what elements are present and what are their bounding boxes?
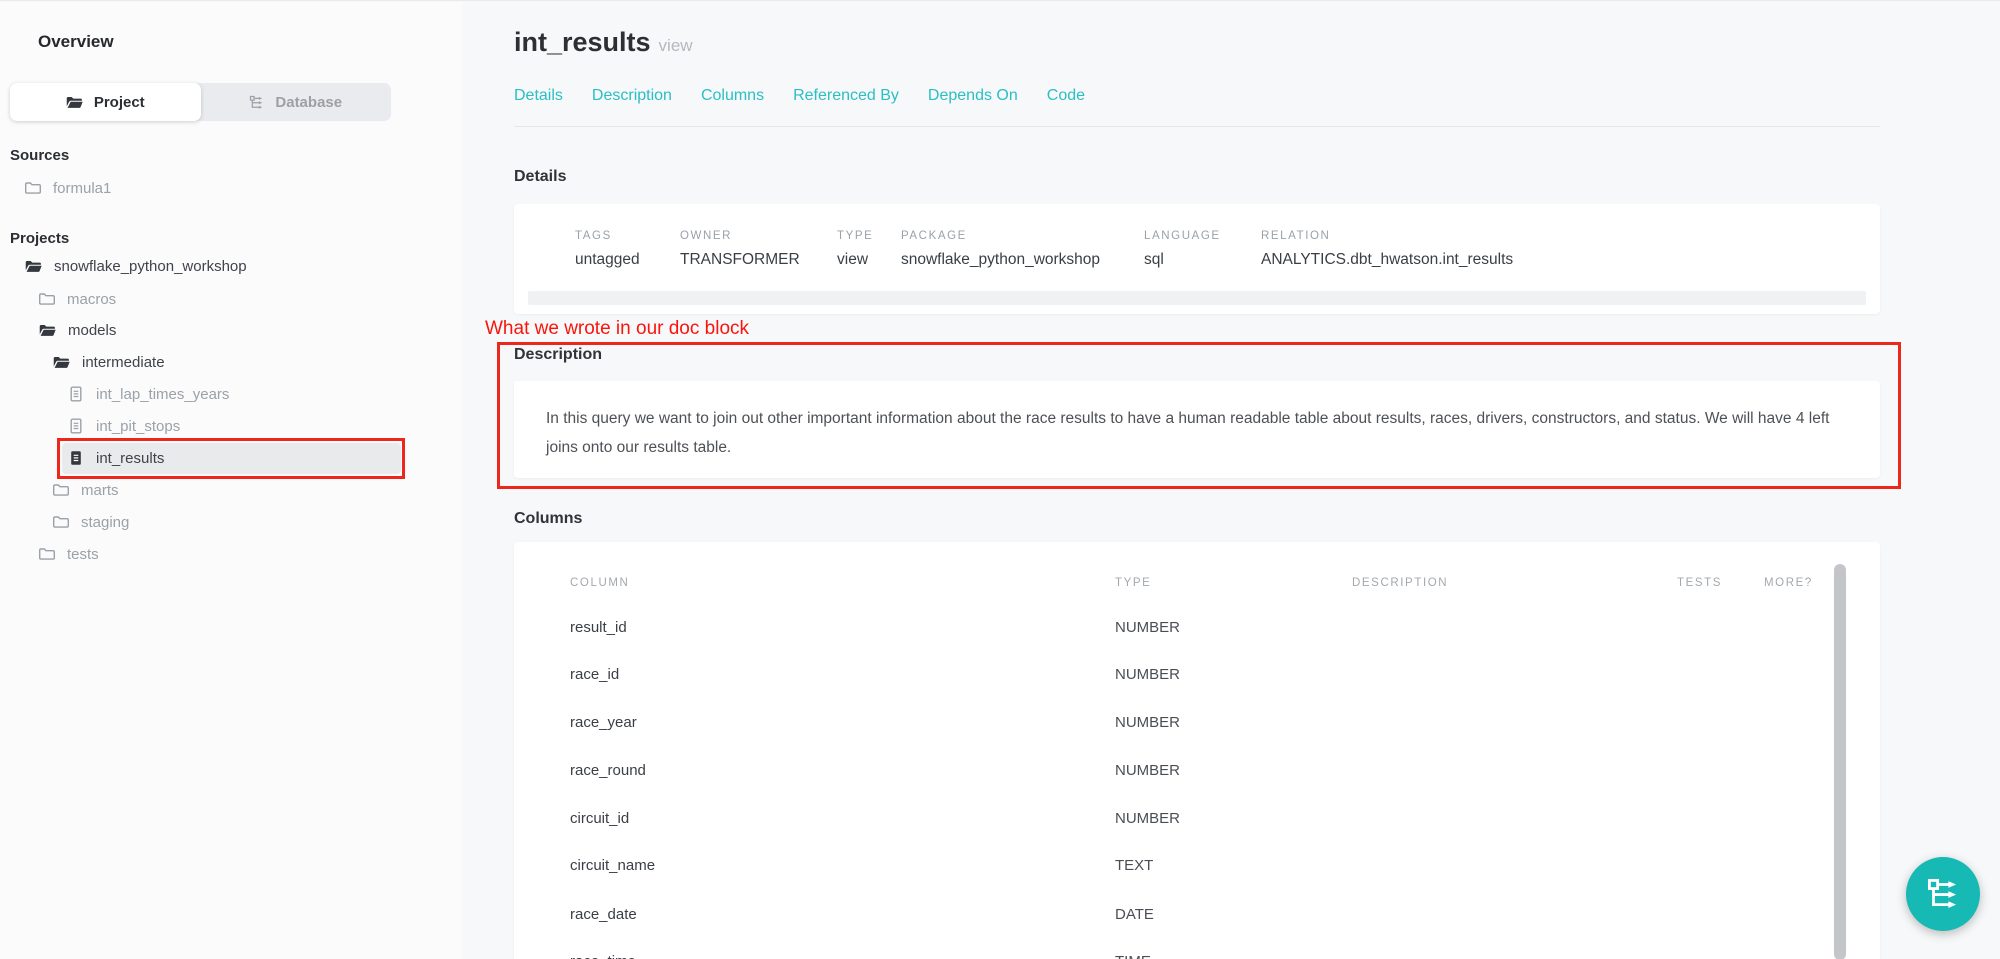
folder-icon xyxy=(53,514,69,530)
column-header-column: COLUMN xyxy=(570,577,629,589)
column-header-type: TYPE xyxy=(1115,577,1151,589)
details-card: TAGS untagged OWNER TRANSFORMER TYPE vie… xyxy=(514,204,1880,314)
table-row-result-id[interactable]: result_id NUMBER xyxy=(514,619,1880,643)
database-toggle-label: Database xyxy=(275,94,342,111)
column-header-tests: TESTS xyxy=(1677,577,1722,589)
tab-bar: Details Description Columns Referenced B… xyxy=(514,87,1085,105)
table-row-circuit-id[interactable]: circuit_id NUMBER xyxy=(514,810,1880,834)
database-tree-icon xyxy=(249,95,264,110)
columns-section-heading: Columns xyxy=(514,510,582,528)
sidebar-item-staging[interactable]: staging xyxy=(53,506,129,538)
sidebar-item-int-lap-times-years[interactable]: int_lap_times_years xyxy=(68,378,229,410)
sidebar-overview-title: Overview xyxy=(38,32,114,52)
sidebar-item-models[interactable]: models xyxy=(39,314,116,346)
page-title: int_resultsview xyxy=(514,27,693,58)
tab-referenced-by[interactable]: Referenced By xyxy=(793,87,899,105)
view-toggle: Project Database xyxy=(10,83,391,121)
sidebar-item-intermediate[interactable]: intermediate xyxy=(53,346,165,378)
model-type-label: view xyxy=(659,36,693,55)
folder-open-icon xyxy=(39,322,56,339)
table-row-circuit-name[interactable]: circuit_name TEXT xyxy=(514,857,1880,881)
lineage-graph-icon xyxy=(1926,877,1960,911)
folder-open-icon xyxy=(25,258,42,275)
description-text: In this query we want to join out other … xyxy=(546,404,1842,462)
annotation-red-box-sidebar xyxy=(57,438,405,479)
tab-divider xyxy=(514,126,1880,127)
tab-details[interactable]: Details xyxy=(514,87,563,105)
sidebar-item-formula1[interactable]: formula1 xyxy=(25,172,111,204)
columns-card: COLUMN TYPE DESCRIPTION TESTS MORE? resu… xyxy=(514,542,1880,959)
sidebar: Overview Project Database Sources formul… xyxy=(0,2,462,959)
folder-icon xyxy=(25,180,41,196)
folder-icon xyxy=(66,94,83,111)
file-icon xyxy=(68,418,84,434)
column-header-description: DESCRIPTION xyxy=(1352,577,1448,589)
folder-open-icon xyxy=(53,354,70,371)
database-toggle-button[interactable]: Database xyxy=(201,83,392,121)
details-collapsed-strip xyxy=(528,291,1866,305)
table-row-race-date[interactable]: race_date DATE xyxy=(514,906,1880,930)
project-toggle-label: Project xyxy=(94,94,145,111)
project-toggle-button[interactable]: Project xyxy=(10,83,201,121)
details-section-heading: Details xyxy=(514,168,566,186)
projects-heading: Projects xyxy=(10,230,69,247)
tab-columns[interactable]: Columns xyxy=(701,87,764,105)
folder-icon xyxy=(53,482,69,498)
description-section-heading: Description xyxy=(514,346,602,364)
description-card: In this query we want to join out other … xyxy=(514,381,1880,478)
lineage-graph-button[interactable] xyxy=(1906,857,1980,931)
table-row-race-year[interactable]: race_year NUMBER xyxy=(514,714,1880,738)
tab-code[interactable]: Code xyxy=(1047,87,1085,105)
column-header-more: MORE? xyxy=(1764,577,1813,589)
folder-icon xyxy=(39,546,55,562)
annotation-text: What we wrote in our doc block xyxy=(485,318,749,340)
table-row-race-time[interactable]: race_time TIME xyxy=(514,953,1880,959)
sidebar-item-tests[interactable]: tests xyxy=(39,538,99,570)
sidebar-item-snowflake-python-workshop[interactable]: snowflake_python_workshop xyxy=(25,250,247,282)
tab-depends-on[interactable]: Depends On xyxy=(928,87,1018,105)
table-row-race-id[interactable]: race_id NUMBER xyxy=(514,666,1880,690)
sidebar-item-macros[interactable]: macros xyxy=(39,283,116,315)
columns-scrollbar-thumb[interactable] xyxy=(1834,564,1846,959)
tab-description[interactable]: Description xyxy=(592,87,672,105)
file-icon xyxy=(68,386,84,402)
folder-icon xyxy=(39,291,55,307)
sources-heading: Sources xyxy=(10,147,69,164)
table-row-race-round[interactable]: race_round NUMBER xyxy=(514,762,1880,786)
